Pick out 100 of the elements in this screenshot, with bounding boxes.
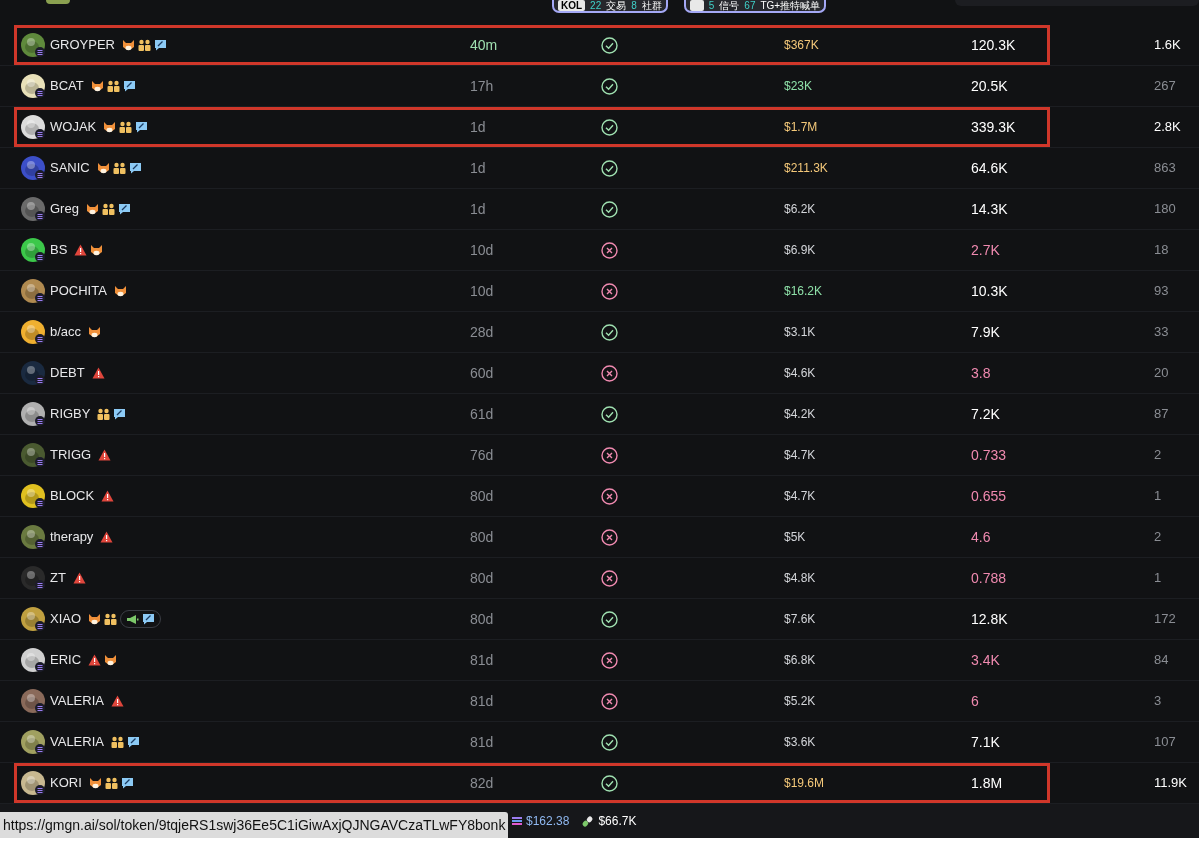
token-name[interactable]: RIGBY — [50, 404, 91, 424]
table-row[interactable]: POCHITA 10d $16.2K 10.3K 93 — [0, 271, 1199, 312]
table-row[interactable]: TRIGG 76d $4.7K 0.733 2 — [0, 435, 1199, 476]
market-cap-text: $5.2K — [784, 693, 817, 710]
value-text: 7.9K — [971, 322, 1001, 342]
value-text: 4.6 — [971, 527, 992, 547]
count-text: 22 — [590, 0, 602, 11]
fox-icon — [90, 79, 104, 93]
table-row[interactable]: ZT 80d $4.8K 0.788 1 — [0, 558, 1199, 599]
token-name[interactable]: ERIC — [50, 650, 82, 670]
table-row[interactable]: VALERIA 81d $5.2K 6 3 — [0, 681, 1199, 722]
market-cap-text: $3.1K — [784, 324, 817, 341]
value-text: 3.4K — [971, 650, 1001, 670]
market-cap-text: $4.7K — [784, 488, 817, 505]
age-text: 81d — [470, 732, 495, 752]
age-text: 1d — [470, 117, 487, 137]
count-text: 2 — [1154, 446, 1163, 465]
value-text: 0.788 — [971, 568, 1008, 588]
fox-icon — [103, 120, 117, 134]
count-text: 2 — [1154, 528, 1163, 547]
label-text: 交易 — [606, 0, 627, 11]
age-text: 80d — [470, 568, 495, 588]
value-text: 339.3K — [971, 117, 1017, 137]
value-text: 12.8K — [971, 609, 1009, 629]
token-name[interactable]: BCAT — [50, 76, 84, 96]
chat-icon — [154, 39, 167, 51]
table-row[interactable]: ERIC 81d $6.8K 3.4K 84 — [0, 640, 1199, 681]
fox-icon — [96, 161, 110, 175]
warning-icon — [110, 695, 124, 707]
count-text: 20 — [1154, 364, 1170, 383]
market-cap-text: $6.9K — [784, 242, 817, 259]
market-cap-text: $4.6K — [784, 365, 817, 382]
count-text: 172 — [1154, 610, 1177, 629]
token-name[interactable]: TRIGG — [50, 445, 92, 465]
market-cap-text: $7.6K — [784, 611, 817, 628]
token-name[interactable]: VALERIA — [50, 691, 104, 711]
chat-icon — [135, 121, 149, 133]
table-row[interactable]: SANIC 1d $211.3K 64.6K 863 — [0, 148, 1199, 189]
count-text: 5 — [708, 0, 715, 11]
people-icon — [104, 613, 118, 625]
age-text: 80d — [470, 609, 495, 629]
stats-pill[interactable]: KOL 22 交易 8 社群 — [552, 0, 668, 13]
token-name[interactable]: BLOCK — [50, 486, 95, 506]
fox-icon — [90, 243, 104, 257]
token-name[interactable]: ZT — [50, 568, 66, 588]
count-text: 2.8K — [1154, 118, 1182, 137]
age-text: 82d — [470, 773, 495, 793]
token-name[interactable]: WOJAK — [50, 117, 97, 137]
token-name[interactable]: therapy — [50, 527, 94, 547]
token-name[interactable]: DEBT — [50, 363, 85, 383]
people-icon — [104, 777, 118, 789]
age-text: 80d — [470, 527, 495, 547]
token-name[interactable]: XIAO — [50, 609, 82, 629]
value-text: 3.8 — [971, 363, 992, 383]
table-row[interactable]: therapy 80d $5K 4.6 2 — [0, 517, 1199, 558]
value-text: 14.3K — [971, 199, 1009, 219]
age-text: 1d — [470, 199, 487, 219]
table-row[interactable]: BCAT 17h $23K 20.5K 267 — [0, 66, 1199, 107]
market-cap-text: $23K — [784, 78, 814, 95]
value-text: 120.3K — [971, 35, 1017, 55]
age-text: 1d — [470, 158, 487, 178]
table-row[interactable]: XIAO 80d $7.6K 12.8K 172 — [0, 599, 1199, 640]
chat-icon — [122, 80, 136, 92]
count-text: 84 — [1154, 651, 1170, 670]
table-row[interactable]: DEBT 60d $4.6K 3.8 20 — [0, 353, 1199, 394]
table-row[interactable]: Greg 1d $6.2K 14.3K 180 — [0, 189, 1199, 230]
token-name[interactable]: GROYPER — [50, 35, 115, 55]
table-row[interactable]: VALERIA 81d $3.6K 7.1K 107 — [0, 722, 1199, 763]
age-text: 81d — [470, 691, 495, 711]
warning-icon — [101, 490, 115, 502]
fox-icon — [113, 284, 127, 298]
people-icon — [110, 736, 124, 748]
count-text: 267 — [1154, 77, 1177, 96]
age-text: 17h — [470, 76, 495, 96]
table-row[interactable]: BS 10d $6.9K 2.7K 18 — [0, 230, 1199, 271]
token-name[interactable]: SANIC — [50, 158, 90, 178]
table-row[interactable]: b/acc 28d $3.1K 7.9K 33 — [0, 312, 1199, 353]
count-text: 3 — [1154, 692, 1163, 711]
market-cap-text: $4.7K — [784, 447, 817, 464]
token-name[interactable]: BS — [50, 240, 68, 260]
chat-icon — [128, 162, 142, 174]
table-row[interactable]: RIGBY 61d $4.2K 7.2K 87 — [0, 394, 1199, 435]
token-name[interactable]: POCHITA — [50, 281, 107, 301]
market-cap-text: $19.6M — [784, 775, 826, 792]
token-name[interactable]: b/acc — [50, 322, 82, 342]
market-cap-text: $16.2K — [784, 283, 824, 300]
age-text: 80d — [470, 486, 495, 506]
count-text: 1.6K — [1154, 36, 1182, 55]
fox-icon — [85, 202, 99, 216]
stats-pill[interactable]: 5 信号 67 TG+推特喊单 — [683, 0, 827, 13]
table-row[interactable]: GROYPER 40m $367K 120.3K 1.6K — [0, 25, 1199, 66]
token-name[interactable]: Greg — [50, 199, 79, 219]
people-icon — [119, 121, 133, 133]
token-name[interactable]: KORI — [50, 773, 82, 793]
count-text: 863 — [1154, 159, 1177, 178]
token-name[interactable]: VALERIA — [50, 732, 104, 752]
table-row[interactable]: WOJAK 1d $1.7M 339.3K 2.8K — [0, 107, 1199, 148]
value-text: 2.7K — [971, 240, 1001, 260]
table-row[interactable]: BLOCK 80d $4.7K 0.655 1 — [0, 476, 1199, 517]
age-text: 61d — [470, 404, 495, 424]
